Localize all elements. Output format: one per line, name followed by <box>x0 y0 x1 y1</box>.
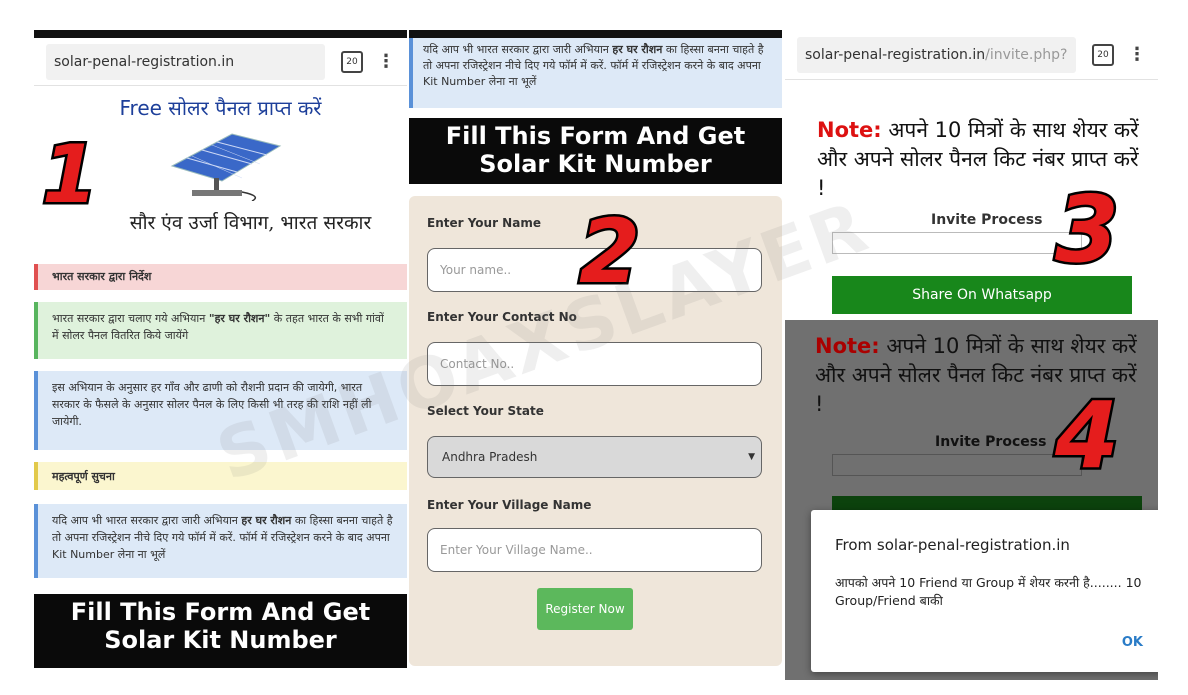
solar-banner: Free सोलर पैनल प्राप्त करें सौर एंव उर्ज… <box>34 86 407 261</box>
banner-free-word: Free <box>119 96 162 120</box>
name-placeholder: Your name.. <box>440 263 512 277</box>
browser-url-bar: solar-penal-registration.in/invite.php? … <box>785 30 1158 80</box>
banner-department: सौर एंव उर्जा विभाग, भारत सरकार <box>129 212 372 234</box>
dropdown-caret-icon: ▼ <box>748 452 755 462</box>
name-label: Enter Your Name <box>427 216 541 230</box>
invite-process-label: Invite Process <box>935 434 1047 450</box>
tab-count-icon[interactable]: 20 <box>1092 43 1114 66</box>
invite-progress-bar <box>832 454 1082 476</box>
village-label: Enter Your Village Name <box>427 498 592 512</box>
state-value: Andhra Pradesh <box>442 450 538 464</box>
top-text-a: यदि आप भी भारत सरकार द्वारा जारी अभियान <box>423 43 613 56</box>
more-menu-icon[interactable]: ⋮ <box>1128 44 1146 65</box>
state-select[interactable]: Andhra Pradesh ▼ <box>427 436 762 478</box>
dialog-ok-button[interactable]: OK <box>1122 635 1143 650</box>
campaign-text-a: भारत सरकार द्वारा चलाए गये अभियान <box>52 312 209 325</box>
step-number-4: 4 <box>1052 380 1121 492</box>
url-domain: solar-penal-registration.in <box>805 46 986 63</box>
top-campaign-name: हर घर रौशन <box>612 43 663 56</box>
url-field[interactable]: solar-penal-registration.in <box>46 43 325 80</box>
notice-heading: भारत सरकार द्वारा निर्देश <box>34 264 407 290</box>
form-heading: Fill This Form And Get Solar Kit Number <box>34 594 407 668</box>
form-heading: Fill This Form And Get Solar Kit Number <box>409 118 782 184</box>
step-number-1: 1 <box>40 126 101 224</box>
tab-count-icon[interactable]: 20 <box>341 50 363 73</box>
browser-url-bar: solar-penal-registration.in 20 ⋮ <box>34 38 407 86</box>
registration-campaign-name: हर घर रौशन <box>241 514 292 527</box>
url-field[interactable]: solar-penal-registration.in/invite.php? <box>797 36 1076 73</box>
invite-process-label: Invite Process <box>931 212 1043 228</box>
registration-info-box: यदि आप भी भारत सरकार द्वारा जारी अभियान … <box>34 504 407 578</box>
url-text: solar-penal-registration.in <box>54 53 235 70</box>
note-label: Note: <box>817 118 882 142</box>
banner-title: Free सोलर पैनल प्राप्त करें <box>34 94 407 121</box>
alert-dialog: From solar-penal-registration.in आपको अप… <box>811 510 1158 672</box>
more-menu-icon[interactable]: ⋮ <box>377 51 395 72</box>
village-placeholder: Enter Your Village Name.. <box>440 543 593 557</box>
campaign-info-box: भारत सरकार द्वारा चलाए गये अभियान "हर घर… <box>34 302 407 359</box>
register-now-button[interactable]: Register Now <box>537 588 633 630</box>
status-bar <box>409 30 782 38</box>
status-bar <box>34 30 407 38</box>
registration-info-box: यदि आप भी भारत सरकार द्वारा जारी अभियान … <box>409 38 782 108</box>
panel-3-invite-page: solar-penal-registration.in/invite.php? … <box>785 30 1158 320</box>
important-notice-heading: महत्वपूर्ण सुचना <box>34 462 407 490</box>
note-label: Note: <box>815 334 880 358</box>
registration-text-a: यदि आप भी भारत सरकार द्वारा जारी अभियान <box>52 514 242 527</box>
panel-4-share-dialog: Note: अपने 10 मित्रों के साथ शेयर करें औ… <box>785 320 1158 680</box>
dialog-title: From solar-penal-registration.in <box>835 536 1070 554</box>
panel-1-landing-page: solar-penal-registration.in 20 ⋮ Free सो… <box>34 30 407 680</box>
url-path: /invite.php? <box>985 46 1068 63</box>
village-input[interactable]: Enter Your Village Name.. <box>427 528 762 572</box>
dialog-message: आपको अपने 10 Friend या Group में शेयर कर… <box>835 575 1142 608</box>
step-number-3: 3 <box>1052 174 1121 286</box>
campaign-name: "हर घर रौशन" <box>208 312 271 325</box>
solar-panel-image <box>170 133 282 201</box>
banner-title-hindi: सोलर पैनल प्राप्त करें <box>168 96 322 120</box>
